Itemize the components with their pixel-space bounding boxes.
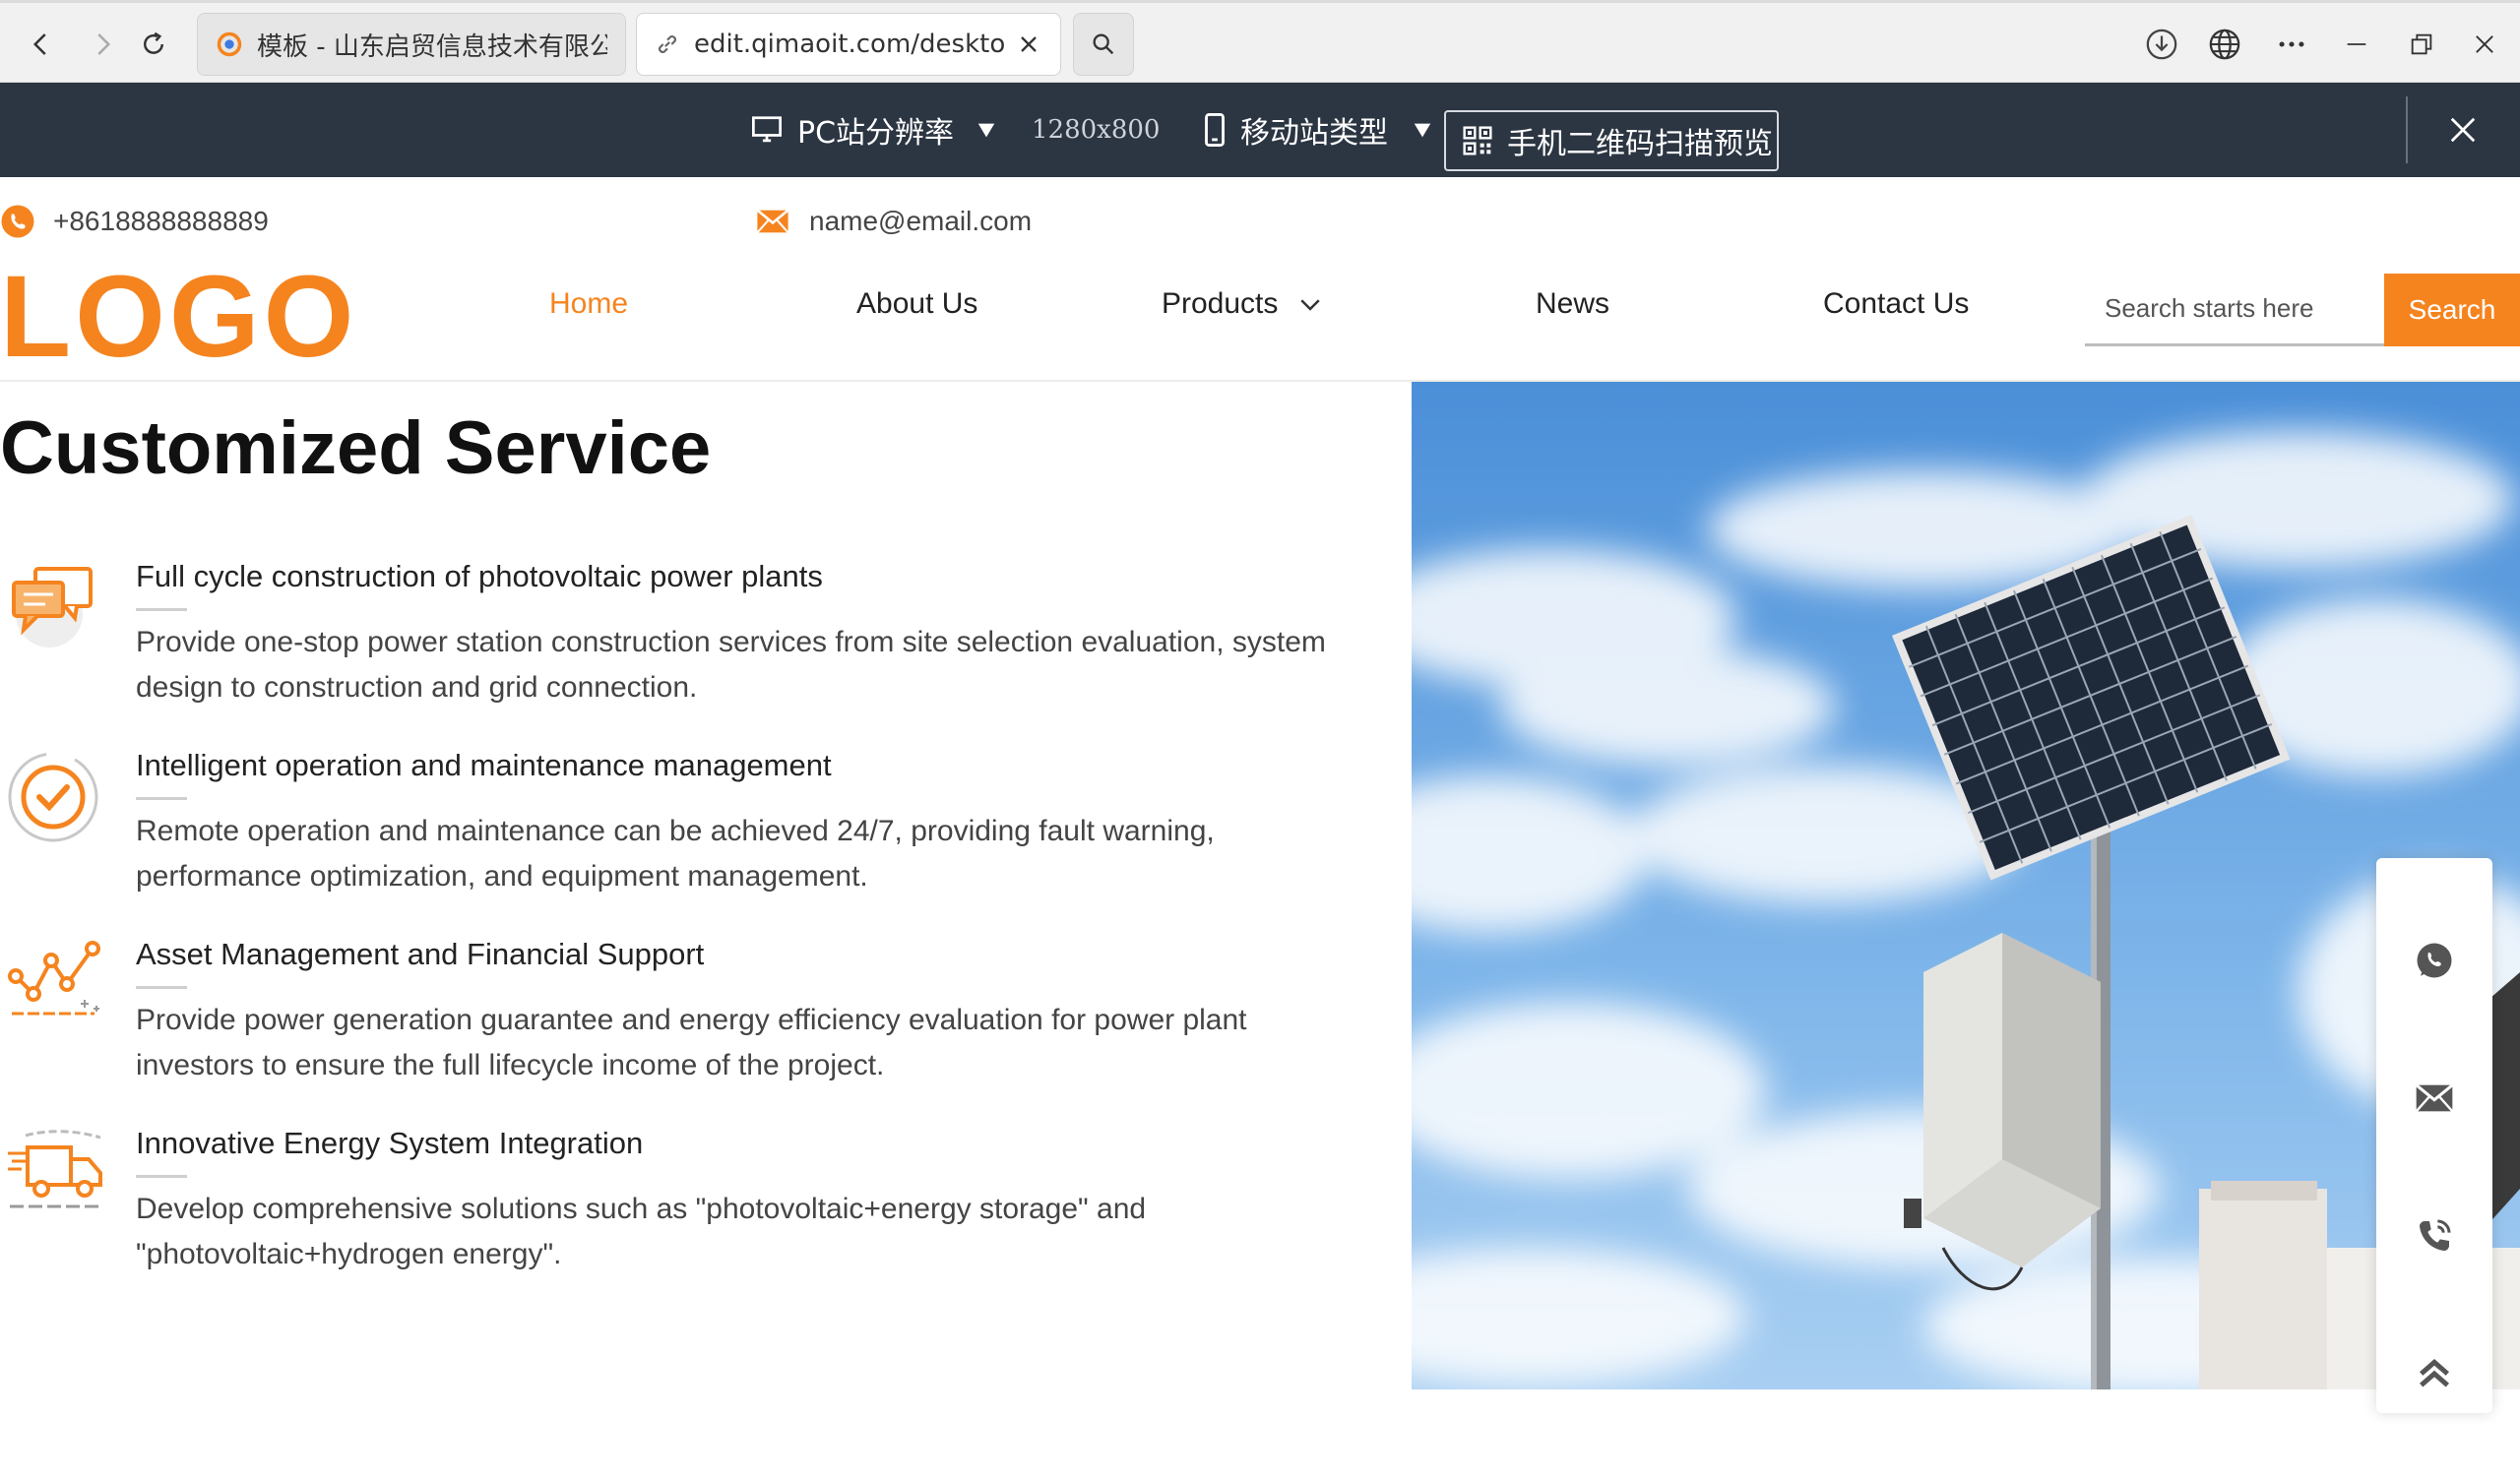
nav-about-us[interactable]: About Us <box>856 287 977 321</box>
site-logo[interactable]: LOGO <box>0 258 357 376</box>
service-title: Full cycle construction of photovoltaic … <box>136 559 823 593</box>
tab-label: edit.qimaoit.com/desktop/h <box>694 30 1005 59</box>
back-to-top-button[interactable] <box>2395 1334 2474 1413</box>
title-underline <box>136 797 187 800</box>
page-title: Customized Service <box>0 406 712 490</box>
search-box <box>2085 274 2386 346</box>
nav-news-label: News <box>1536 287 1610 320</box>
call-button[interactable] <box>2395 1197 2474 1275</box>
downloads-button[interactable] <box>2138 21 2185 68</box>
close-icon <box>2476 35 2493 53</box>
header-phone[interactable]: +8618888888889 <box>0 197 269 246</box>
double-chevron-up-icon <box>2420 1359 2449 1388</box>
minimize-icon <box>2347 43 2366 45</box>
nav-products[interactable]: Products <box>1162 287 1325 321</box>
reload-button[interactable] <box>132 23 175 66</box>
nav-news[interactable]: News <box>1536 287 1609 321</box>
envelope-icon <box>756 209 789 233</box>
tab-search-button[interactable] <box>1073 13 1134 76</box>
whatsapp-button[interactable] <box>2395 921 2474 1000</box>
qr-preview-label: 手机二维码扫描预览 <box>1507 127 1773 161</box>
service-description: Provide power generation guarantee and e… <box>136 1004 1247 1081</box>
tab-label: 模板 - 山东启贸信息技术有限公司 <box>257 31 607 62</box>
delivery-truck-icon <box>8 1130 102 1208</box>
check-circle-icon <box>8 752 98 842</box>
resolution-value: 1280x800 <box>1032 115 1161 145</box>
search-button[interactable]: Search <box>2384 274 2520 346</box>
service-description: Develop comprehensive solutions such as … <box>136 1193 1147 1270</box>
qr-preview-button[interactable]: 手机二维码扫描预览 <box>1444 110 1779 171</box>
title-underline <box>136 986 187 989</box>
more-dots-icon <box>2279 41 2304 47</box>
back-button[interactable] <box>20 23 63 66</box>
back-arrow-icon <box>32 33 46 55</box>
toolbar-divider <box>2406 96 2408 163</box>
email-button[interactable] <box>2395 1059 2474 1138</box>
service-description: Provide one-stop power station construct… <box>136 626 1326 704</box>
floating-contact-panel <box>2376 858 2492 1413</box>
qr-code-icon <box>1463 126 1492 155</box>
title-underline <box>136 608 187 611</box>
download-icon <box>2146 29 2177 60</box>
phone-call-icon <box>2420 1219 2451 1251</box>
service-title: Asset Management and Financial Support <box>136 937 705 971</box>
pc-resolution-dropdown[interactable]: PC站分辨率 <box>750 83 997 177</box>
caret-down-icon <box>977 123 995 138</box>
service-title: Innovative Energy System Integration <box>136 1126 644 1160</box>
mobile-type-dropdown[interactable]: 移动站类型 <box>1203 83 1433 177</box>
link-icon <box>659 35 676 53</box>
pc-resolution-label: PC站分辨率 <box>797 116 955 151</box>
close-tab-icon[interactable] <box>1015 31 1042 58</box>
search-input[interactable] <box>2105 293 2380 324</box>
site-favicon-icon <box>217 31 242 57</box>
restore-icon <box>2411 33 2432 55</box>
search-icon <box>1093 33 1114 55</box>
whatsapp-icon <box>2417 943 2452 978</box>
whatsapp-icon <box>1 205 34 238</box>
solar-pole-image <box>1412 382 2520 1389</box>
solar-panel-photo <box>1412 382 2520 1389</box>
close-icon <box>2450 117 2476 143</box>
chevron-down-icon <box>1300 299 1321 311</box>
chat-bubbles-icon <box>12 567 93 648</box>
tab-editor[interactable]: edit.qimaoit.com/desktop/h <box>636 13 1061 76</box>
title-underline <box>136 1175 187 1178</box>
mobile-type-label: 移动站类型 <box>1240 116 1388 151</box>
close-editor-button[interactable] <box>2439 106 2487 154</box>
nav-contact-label: Contact Us <box>1823 287 1970 320</box>
mobile-phone-icon <box>1205 113 1225 147</box>
nav-contact-us[interactable]: Contact Us <box>1823 287 1969 321</box>
translate-button[interactable] <box>2201 21 2248 68</box>
monitor-icon <box>752 116 782 143</box>
header-email-text: name@email.com <box>809 206 1033 236</box>
trend-chart-icon <box>8 941 100 1016</box>
globe-icon <box>2209 29 2240 60</box>
tab-template[interactable]: 模板 - 山东启贸信息技术有限公司 <box>197 13 626 76</box>
header-phone-text: +8618888888889 <box>53 206 269 236</box>
nav-products-label: Products <box>1162 287 1279 320</box>
editor-toolbar: PC站分辨率 1280x800 移动站类型 手机二维码扫描预览 <box>0 83 2520 177</box>
envelope-icon <box>2415 1083 2454 1113</box>
close-window-button[interactable] <box>2461 21 2508 68</box>
header-email[interactable]: name@email.com <box>756 197 1032 246</box>
restore-button[interactable] <box>2398 21 2445 68</box>
forward-arrow-icon <box>97 33 111 55</box>
service-title: Intelligent operation and maintenance ma… <box>136 748 832 782</box>
caret-down-icon <box>1414 123 1431 138</box>
more-menu-button[interactable] <box>2268 21 2315 68</box>
nav-home[interactable]: Home <box>549 287 628 321</box>
browser-toolbar: 模板 - 山东启贸信息技术有限公司 edit.qimaoit.com/deskt… <box>0 0 2520 83</box>
minimize-button[interactable] <box>2333 21 2380 68</box>
nav-home-label: Home <box>549 287 629 320</box>
forward-button[interactable] <box>81 23 124 66</box>
service-description: Remote operation and maintenance can be … <box>136 815 1215 893</box>
nav-about-label: About Us <box>856 287 978 320</box>
reload-icon <box>144 31 163 54</box>
